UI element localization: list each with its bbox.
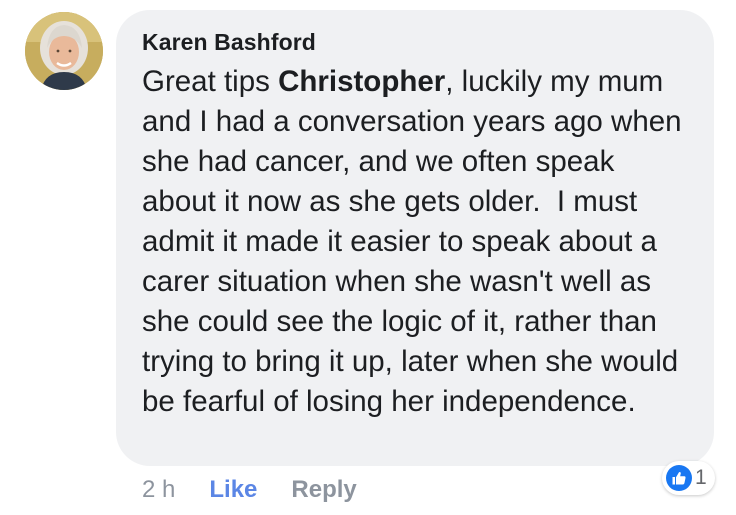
comment: Karen Bashford Great tips Christopher, l… bbox=[0, 0, 736, 515]
mention-link[interactable]: Christopher bbox=[278, 65, 445, 98]
comment-text-rest: , luckily my mum and I had a conversatio… bbox=[142, 65, 690, 418]
comment-text: Great tips Christopher, luckily my mum a… bbox=[142, 62, 694, 422]
reply-button[interactable]: Reply bbox=[291, 476, 356, 504]
comment-timestamp[interactable]: 2 h bbox=[142, 476, 175, 504]
comment-actions: 2 h Like Reply bbox=[142, 474, 357, 506]
comment-text-start: Great tips bbox=[142, 65, 279, 98]
avatar-photo bbox=[25, 12, 103, 90]
avatar[interactable] bbox=[25, 12, 103, 90]
comment-author[interactable]: Karen Bashford bbox=[142, 28, 694, 56]
thumbs-up-icon bbox=[666, 465, 692, 491]
reaction-count: 1 bbox=[695, 466, 707, 489]
like-button[interactable]: Like bbox=[209, 476, 257, 504]
reaction-summary[interactable]: 1 bbox=[662, 461, 715, 495]
comment-bubble: Karen Bashford Great tips Christopher, l… bbox=[116, 10, 714, 466]
